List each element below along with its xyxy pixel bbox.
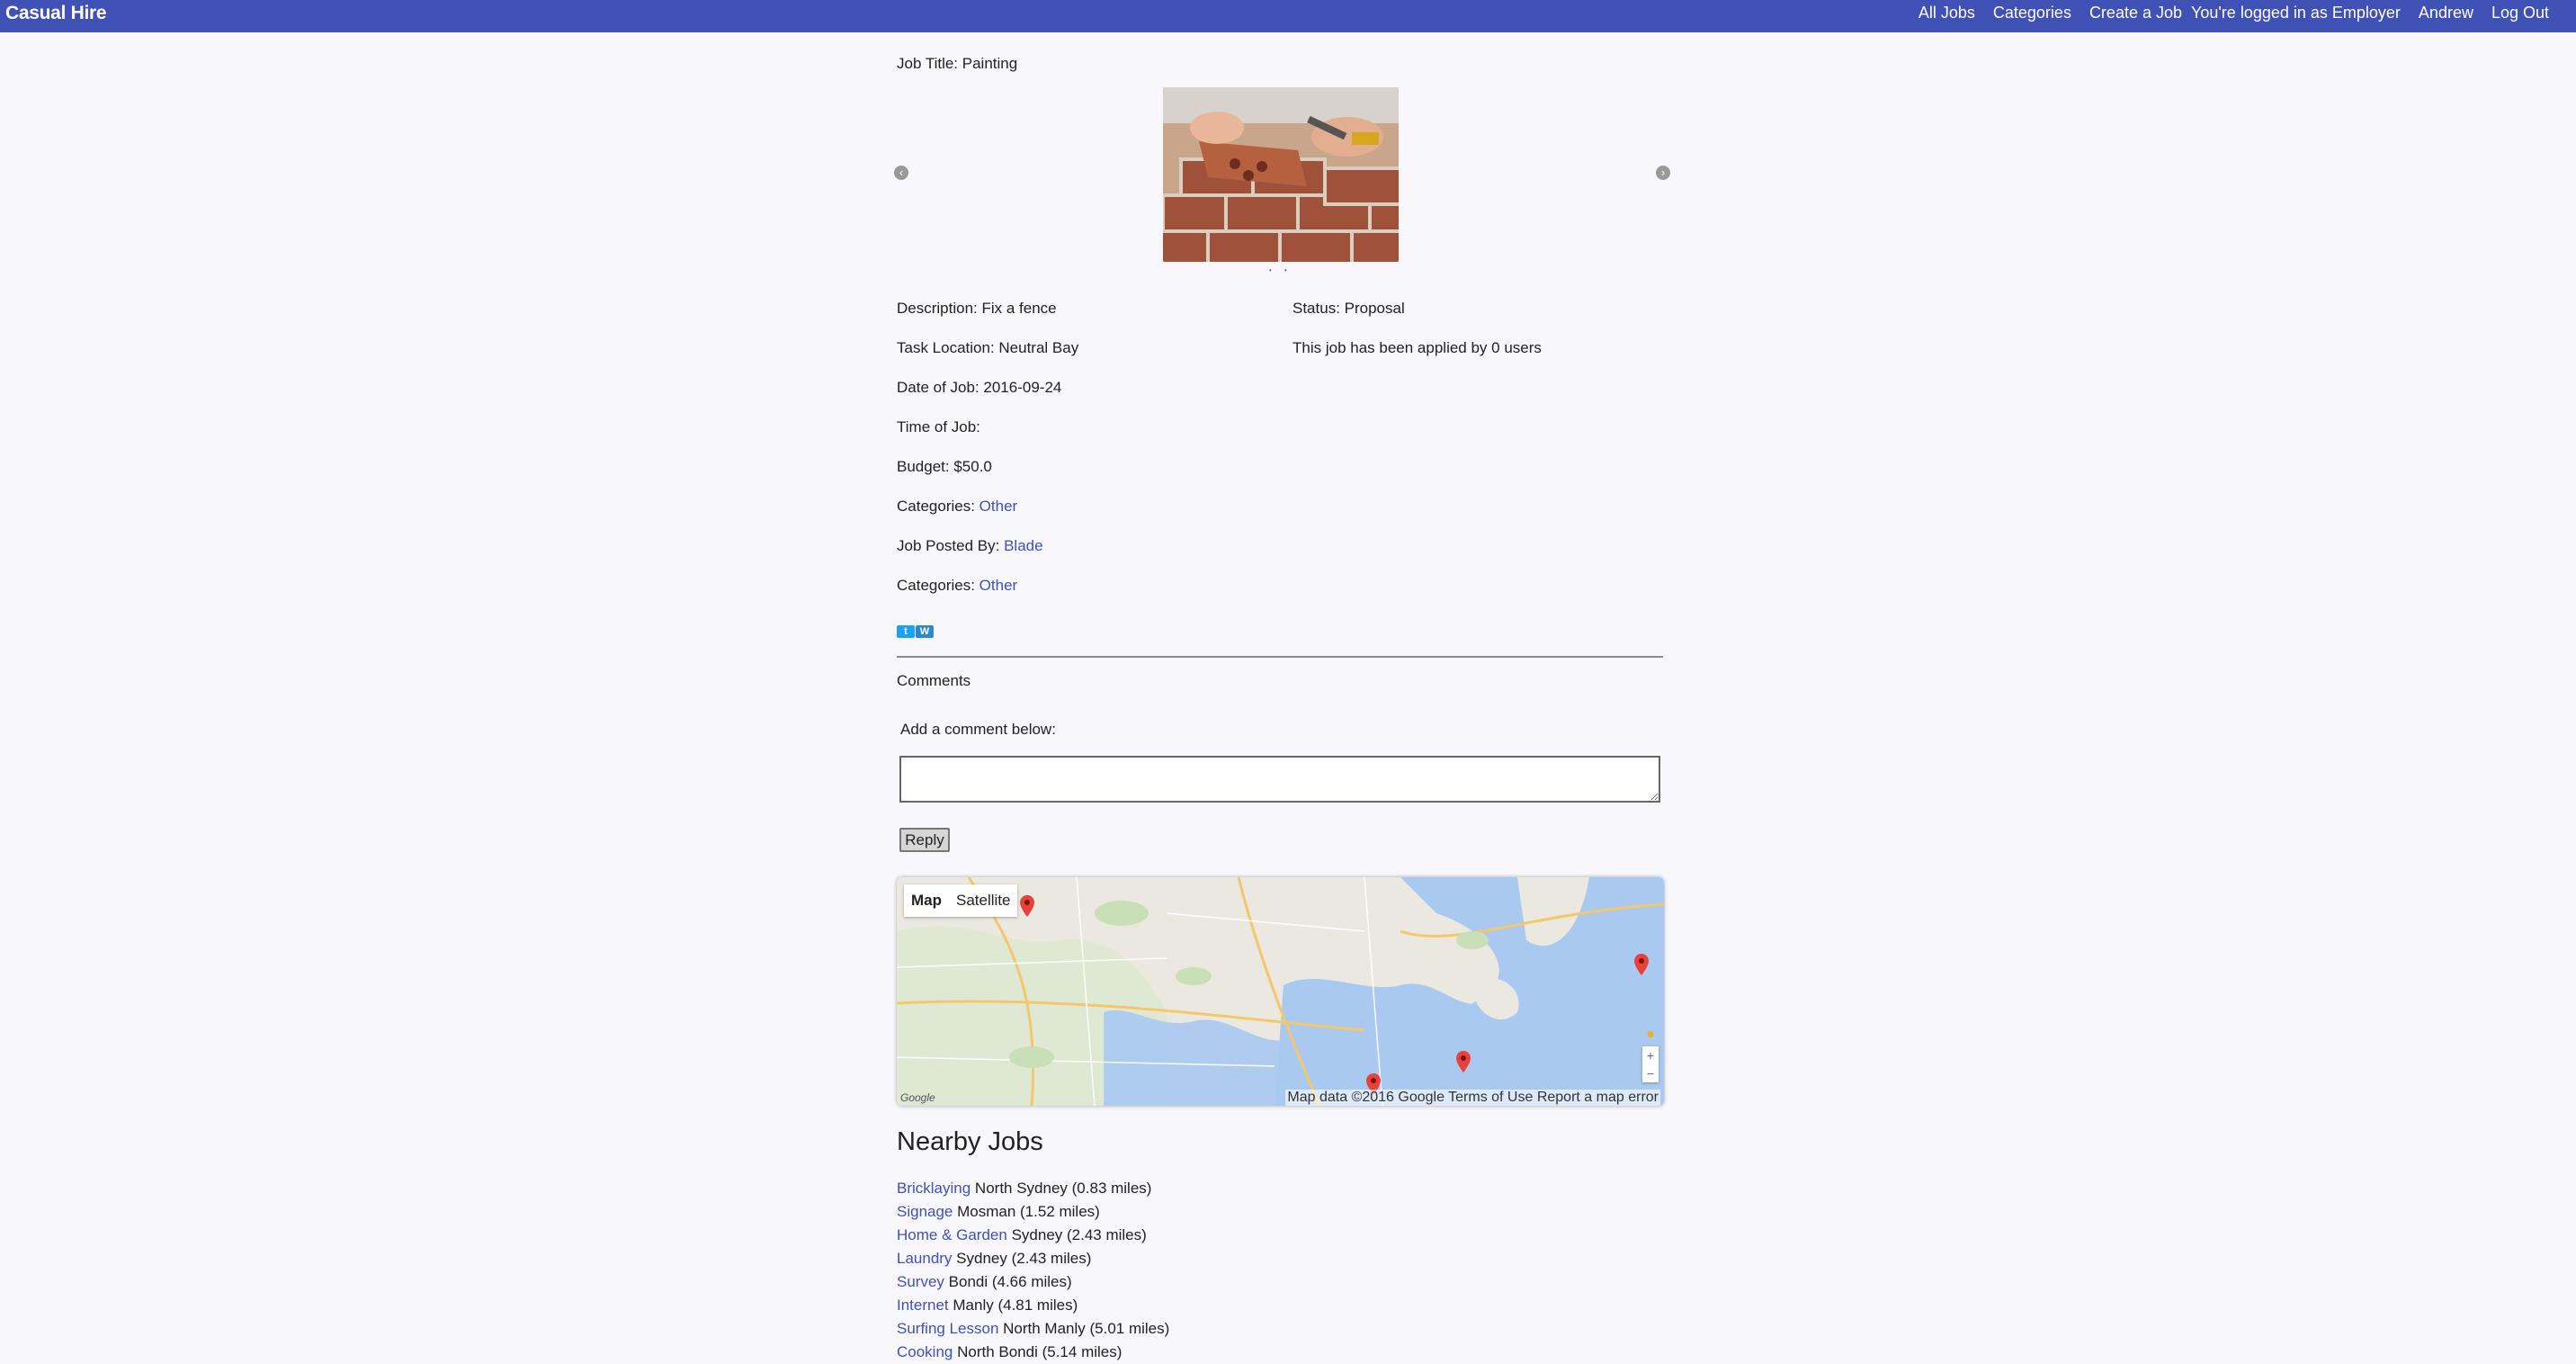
category-link-other[interactable]: Other: [979, 498, 1018, 515]
carousel-indicators[interactable]: • •: [1269, 266, 1292, 274]
carousel-prev-icon[interactable]: ‹: [894, 166, 908, 180]
nearby-job-link[interactable]: Signage: [897, 1203, 953, 1220]
list-item: Home & Garden Sydney (2.43 miles): [897, 1224, 1169, 1247]
nearby-jobs-heading: Nearby Jobs: [897, 1127, 1043, 1156]
categories-label: Categories:: [897, 498, 979, 515]
nav-menu: All Jobs Categories Create a Job You're …: [1901, 4, 2549, 22]
comment-prompt: Add a comment below:: [900, 721, 1056, 738]
nav-all-jobs[interactable]: All Jobs: [1919, 4, 1975, 22]
nearby-job-link[interactable]: Laundry: [897, 1250, 952, 1267]
nearby-job-detail: North Sydney (0.83 miles): [970, 1180, 1152, 1197]
nav-logged-in-status: You're logged in as Employer: [2191, 4, 2401, 22]
job-time: Time of Job:: [897, 418, 980, 435]
nearby-job-link[interactable]: Bricklaying: [897, 1180, 970, 1197]
map-marker-icon[interactable]: [1020, 895, 1034, 917]
share-buttons: t W: [897, 625, 934, 638]
nearby-job-link[interactable]: Internet: [897, 1297, 949, 1314]
nearby-job-link[interactable]: Cooking: [897, 1343, 953, 1360]
job-date: Date of Job: 2016-09-24: [897, 379, 1062, 396]
job-description: Description: Fix a fence: [897, 300, 1057, 317]
nearby-job-link[interactable]: Survey: [897, 1273, 944, 1290]
twitter-share-icon[interactable]: t: [897, 625, 915, 638]
nearby-job-detail: Bondi (4.66 miles): [944, 1273, 1072, 1290]
poster-link-blade[interactable]: Blade: [1004, 537, 1042, 554]
comments-heading: Comments: [897, 672, 971, 689]
google-logo: Google: [900, 1091, 935, 1104]
nav-user-andrew[interactable]: Andrew: [2419, 4, 2473, 22]
share-w-icon[interactable]: W: [916, 625, 934, 638]
nav-create-job[interactable]: Create a Job: [2089, 4, 2182, 22]
divider: [897, 656, 1663, 658]
comment-textarea[interactable]: [899, 756, 1660, 803]
nearby-job-detail: Sydney (2.43 miles): [952, 1250, 1092, 1267]
zoom-in-button[interactable]: +: [1642, 1046, 1659, 1064]
list-item: Survey Bondi (4.66 miles): [897, 1270, 1169, 1294]
zoom-out-button[interactable]: −: [1642, 1064, 1659, 1082]
job-photo: [1163, 87, 1399, 262]
list-item: Laundry Sydney (2.43 miles): [897, 1247, 1169, 1270]
posted-by-label: Job Posted By:: [897, 537, 1005, 554]
map-type-map-button[interactable]: Map: [904, 884, 949, 917]
pegman-icon[interactable]: ●: [1644, 1027, 1657, 1043]
nav-categories[interactable]: Categories: [1993, 4, 2071, 22]
zoom-control: + −: [1642, 1046, 1659, 1082]
map-marker-icon[interactable]: [1456, 1051, 1471, 1072]
job-location: Task Location: Neutral Bay: [897, 339, 1079, 356]
reply-button[interactable]: Reply: [899, 828, 950, 852]
job-budget: Budget: $50.0: [897, 458, 992, 475]
job-posted-by: Job Posted By: Blade: [897, 537, 1043, 555]
map-type-satellite-button[interactable]: Satellite: [949, 884, 1017, 917]
map-attribution[interactable]: Map data ©2016 Google Terms of Use Repor…: [1285, 1090, 1660, 1106]
job-map[interactable]: Map Satellite ● + − Google Map data ©201…: [897, 877, 1664, 1106]
list-item: Cooking North Bondi (5.14 miles): [897, 1341, 1169, 1364]
carousel-next-icon[interactable]: ›: [1656, 166, 1670, 180]
job-status: Status: Proposal: [1292, 300, 1405, 317]
job-categories: Categories: Other: [897, 498, 1017, 516]
list-item: Internet Manly (4.81 miles): [897, 1294, 1169, 1317]
nearby-job-detail: North Bondi (5.14 miles): [953, 1343, 1123, 1360]
nearby-job-link[interactable]: Surfing Lesson: [897, 1320, 998, 1337]
job-applied-count: This job has been applied by 0 users: [1292, 339, 1542, 356]
top-navbar: Casual Hire All Jobs Categories Create a…: [0, 0, 2576, 32]
nearby-job-detail: North Manly (5.01 miles): [998, 1320, 1170, 1337]
nearby-job-link[interactable]: Home & Garden: [897, 1226, 1007, 1243]
map-type-control: Map Satellite: [904, 884, 1018, 917]
nearby-job-detail: Sydney (2.43 miles): [1006, 1226, 1147, 1243]
job-categories-secondary: Categories: Other: [897, 577, 1017, 595]
nav-log-out[interactable]: Log Out: [2491, 4, 2549, 22]
job-title: Job Title: Painting: [897, 55, 1018, 72]
list-item: Signage Mosman (1.52 miles): [897, 1200, 1169, 1224]
categories-label: Categories:: [897, 577, 979, 594]
category-link-other[interactable]: Other: [979, 577, 1018, 594]
map-marker-icon[interactable]: [1634, 954, 1649, 975]
nearby-jobs-list: Bricklaying North Sydney (0.83 miles) Si…: [897, 1177, 1169, 1364]
list-item: Bricklaying North Sydney (0.83 miles): [897, 1177, 1169, 1200]
brand-logo[interactable]: Casual Hire: [5, 3, 107, 24]
nearby-job-detail: Mosman (1.52 miles): [953, 1203, 1100, 1220]
list-item: Surfing Lesson North Manly (5.01 miles): [897, 1317, 1169, 1341]
nearby-job-detail: Manly (4.81 miles): [948, 1297, 1078, 1314]
